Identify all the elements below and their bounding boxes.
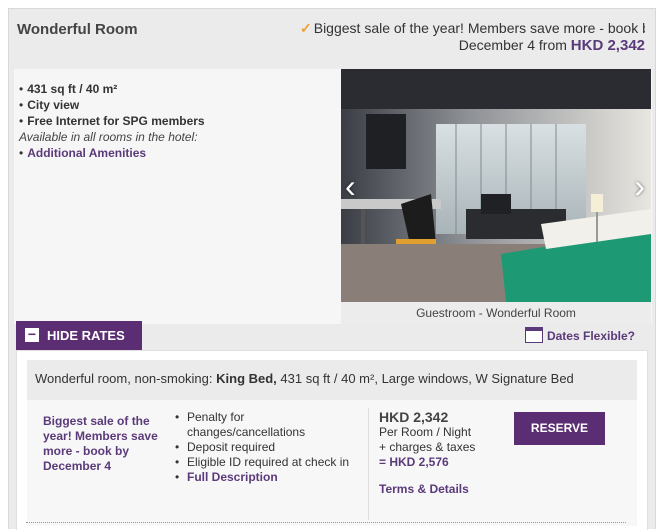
room-header: Wonderful Room ✓ Biggest sale of the year… [9, 9, 655, 65]
previous-photo-icon[interactable]: ‹ [345, 170, 356, 202]
room-title: Wonderful Room [17, 21, 138, 38]
reserve-button[interactable]: RESERVE [514, 412, 605, 445]
minus-icon: − [25, 327, 39, 342]
promo-text: Biggest sale of the year! Members save m… [313, 20, 645, 36]
terms-details-link[interactable]: Terms & Details [379, 482, 469, 496]
room-photo: ‹ › [341, 69, 651, 302]
calendar-icon [524, 327, 543, 343]
photo-caption: Guestroom - Wonderful Room [341, 302, 651, 324]
row-separator [26, 522, 626, 523]
divider [368, 408, 369, 520]
room-card: Wonderful Room ✓ Biggest sale of the year… [8, 8, 656, 530]
total-price: = HKD 2,576 [379, 455, 449, 469]
hide-rates-label: HIDE RATES [47, 328, 125, 343]
checkmark-icon: ✓ [300, 20, 312, 36]
room-details: • 431 sq ft / 40 m² • City view • Free Inte… [14, 69, 652, 324]
feature-list: • 431 sq ft / 40 m² • City view • Free Inte… [19, 82, 205, 160]
per-room-label: Per Room / Night [379, 425, 472, 439]
promo-date: December 4 from [458, 37, 567, 53]
rate-description: Wonderful room, non-smoking: King Bed, 4… [35, 371, 574, 386]
policy-item: • Eligible ID required at check in [175, 455, 350, 469]
rate-row: Biggest sale of the year! Members save m… [27, 400, 637, 526]
promo-price: HKD 2,342 [570, 37, 645, 54]
hide-rates-button[interactable]: − HIDE RATES [16, 321, 142, 350]
availability-note: Available in all rooms in the hotel: [19, 130, 198, 144]
feature-item: • Free Internet for SPG members [19, 114, 205, 128]
promo-banner: ✓ Biggest sale of the year! Members save … [300, 20, 645, 54]
feature-item: • 431 sq ft / 40 m² [19, 82, 118, 96]
policy-item: • Deposit required [175, 440, 276, 454]
rate-name: Biggest sale of the year! Members save m… [43, 414, 158, 473]
price-box: HKD 2,342 Per Room / Night + charges & t… [379, 410, 475, 497]
dates-flexible-link[interactable]: Dates Flexible? [524, 327, 635, 343]
guestroom-image [341, 69, 651, 302]
next-photo-icon[interactable]: › [634, 170, 645, 202]
full-description-link[interactable]: Full Description [187, 470, 278, 485]
policy-item: • Penalty for changes/cancellations [175, 410, 306, 439]
nightly-price: HKD 2,342 [379, 409, 449, 425]
rate-header: Wonderful room, non-smoking: King Bed, 4… [27, 360, 637, 400]
feature-item: • City view [19, 98, 80, 112]
additional-amenities-link[interactable]: Additional Amenities [27, 146, 146, 160]
rate-policies: • Penalty for changes/cancellations • Depo… [175, 410, 360, 485]
rates-panel: Wonderful room, non-smoking: King Bed, 4… [16, 350, 648, 530]
charges-label: + charges & taxes [379, 440, 476, 454]
